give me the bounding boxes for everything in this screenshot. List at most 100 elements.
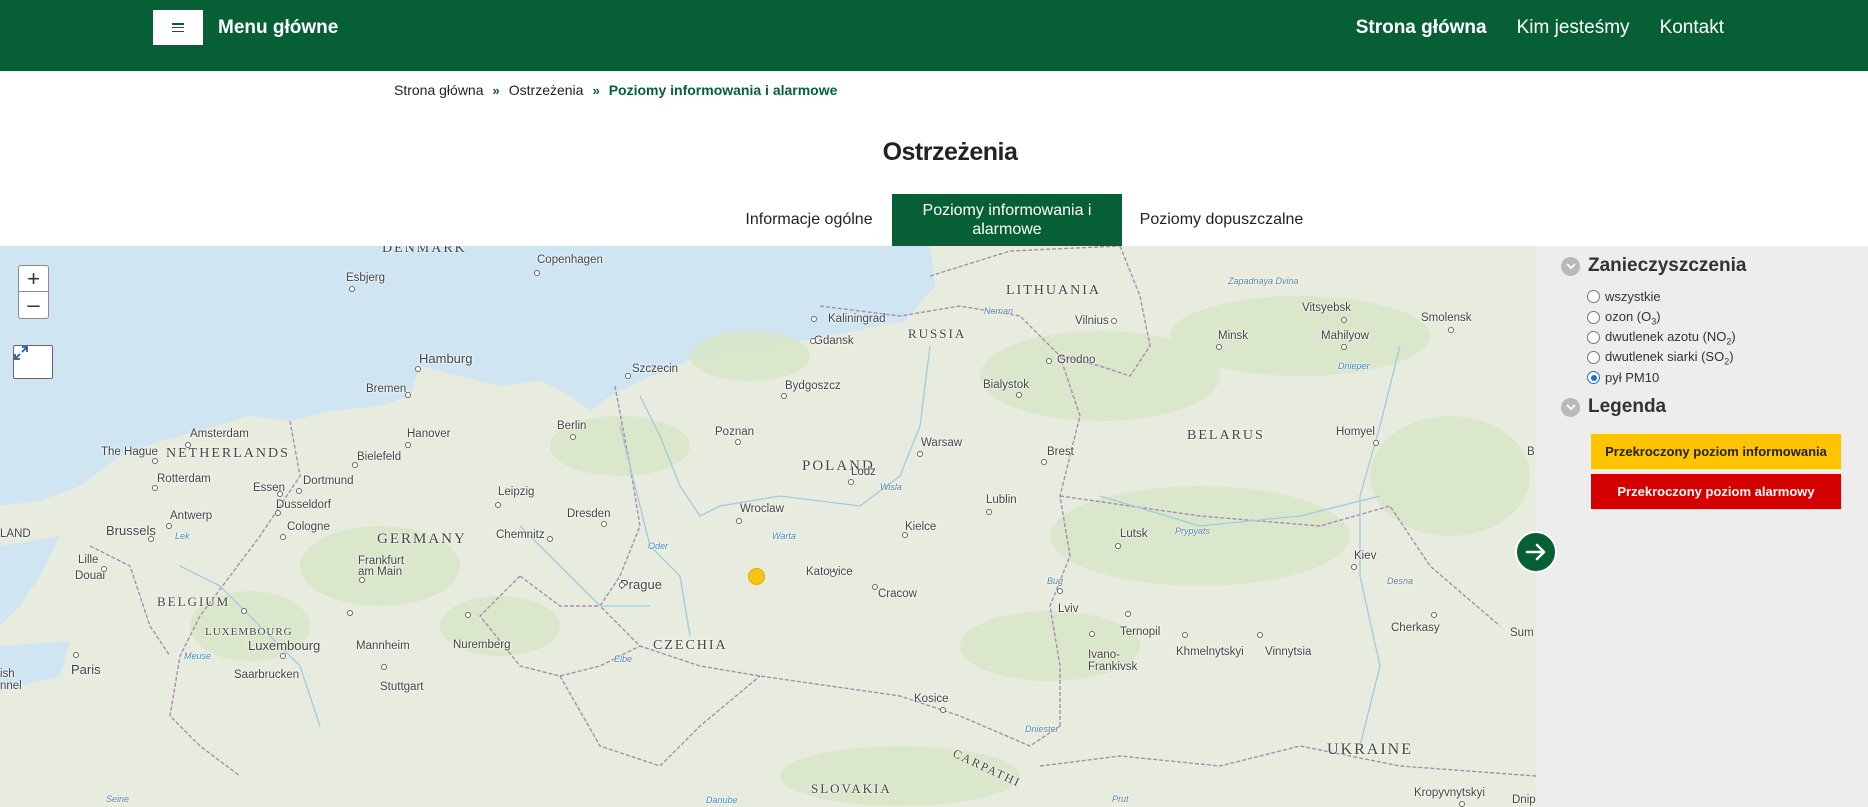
city-marker xyxy=(1041,459,1047,465)
map-country-label: LUXEMBOURG xyxy=(205,626,293,638)
map-city-label: Warsaw xyxy=(921,437,963,449)
map-city-label: Mannheim xyxy=(356,640,410,652)
tab-allowed-levels[interactable]: Poziomy dopuszczalne xyxy=(1122,194,1321,246)
map-city-label: B xyxy=(1527,446,1535,458)
map-city-label: nnel xyxy=(0,680,22,692)
map-city-label: Frankfurt am Main xyxy=(358,555,405,578)
map-city-label: Berlin xyxy=(557,420,587,432)
city-marker xyxy=(152,458,158,464)
station-marker-info-level[interactable] xyxy=(748,568,765,585)
city-marker xyxy=(277,491,283,497)
radio-all[interactable]: wszystkie xyxy=(1587,289,1661,304)
page-title: Ostrzeżenia xyxy=(882,138,1018,166)
nav-contact-link[interactable]: Kontakt xyxy=(1660,17,1724,39)
breadcrumb-home-link[interactable]: Strona główna xyxy=(394,82,484,98)
breadcrumb-warnings-link[interactable]: Ostrzeżenia xyxy=(509,82,584,98)
map-city-label: Stuttgart xyxy=(380,681,424,693)
radio-button[interactable] xyxy=(1587,331,1600,345)
city-marker xyxy=(1057,588,1063,594)
legend-title: Legenda xyxy=(1588,396,1667,417)
chevron-down-icon xyxy=(1561,397,1580,417)
map-water-label: Danube xyxy=(706,795,738,805)
city-marker xyxy=(280,534,286,540)
tab-general-info[interactable]: Informacje ogólne xyxy=(726,194,892,246)
city-marker xyxy=(280,653,286,659)
hamburger-menu-button[interactable] xyxy=(153,10,203,45)
radio-button[interactable] xyxy=(1587,290,1600,303)
nav-home-link[interactable]: Strona główna xyxy=(1356,17,1487,39)
map-city-label: Amsterdam xyxy=(190,428,249,440)
city-marker xyxy=(359,577,365,583)
breadcrumb-separator: » xyxy=(592,82,600,98)
pollutants-section-header[interactable]: Zanieczyszczenia xyxy=(1561,255,1746,277)
map-water-label: Bug xyxy=(1047,576,1064,586)
city-marker xyxy=(830,571,836,577)
map-city-label: LAND xyxy=(0,528,31,540)
city-marker xyxy=(534,270,540,276)
map-city-label: Dortmund xyxy=(303,475,354,487)
menu-icon xyxy=(172,23,184,32)
city-marker xyxy=(349,286,355,292)
map-city-label: Chemnitz xyxy=(496,529,545,541)
city-marker xyxy=(1046,358,1052,364)
map-city-label: Poznan xyxy=(715,426,755,438)
zoom-out-button[interactable]: – xyxy=(18,292,49,319)
city-marker xyxy=(902,532,908,538)
map-city-label: Grodno xyxy=(1057,354,1096,366)
map-city-label: Prague xyxy=(620,577,662,592)
map-city-label: Szczecin xyxy=(632,363,679,375)
map-city-label: Bydgoszcz xyxy=(785,380,841,392)
map[interactable]: DENMARK LITHUANIA RUSSIA NETHERLANDS POL… xyxy=(0,246,1536,807)
map-city-label: Nuremberg xyxy=(453,639,511,651)
city-marker xyxy=(1115,543,1121,549)
city-marker xyxy=(735,439,741,445)
menu-label[interactable]: Menu główne xyxy=(218,17,338,39)
radio-button[interactable] xyxy=(1587,311,1600,325)
radio-no2[interactable]: dwutlenek azotu (NO2) xyxy=(1587,329,1736,347)
map-country-label: BELGIUM xyxy=(157,594,231,609)
map-basemap xyxy=(0,246,1536,806)
zoom-in-button[interactable]: + xyxy=(18,265,49,292)
legend-section-header[interactable]: Legenda xyxy=(1561,396,1666,418)
radio-button[interactable] xyxy=(1587,351,1600,365)
city-marker xyxy=(1341,344,1347,350)
radio-so2[interactable]: dwutlenek siarki (SO2) xyxy=(1587,349,1734,367)
city-marker xyxy=(625,373,631,379)
radio-button-checked[interactable] xyxy=(1587,371,1600,384)
city-marker xyxy=(940,707,946,713)
map-water-label: Prut xyxy=(1112,794,1129,804)
city-marker xyxy=(1125,611,1131,617)
map-city-label: Homyel xyxy=(1336,426,1375,438)
nav-about-link[interactable]: Kim jesteśmy xyxy=(1517,17,1630,39)
city-marker xyxy=(152,485,158,491)
map-city-label: Ternopil xyxy=(1120,626,1161,638)
map-country-label: GERMANY xyxy=(377,531,467,547)
map-city-label: Mahilyow xyxy=(1321,330,1369,342)
map-city-label: Wroclaw xyxy=(740,503,784,515)
city-marker xyxy=(495,502,501,508)
panel-toggle-button[interactable] xyxy=(1515,531,1557,573)
map-city-label: Bialystok xyxy=(983,379,1030,391)
city-marker xyxy=(917,451,923,457)
map-water-label: Warta xyxy=(772,531,796,541)
map-city-label: Vinnytsia xyxy=(1265,646,1312,658)
city-marker xyxy=(1111,318,1117,324)
map-city-label: Lille xyxy=(78,554,99,566)
map-water-label: Meuse xyxy=(184,651,212,661)
city-marker xyxy=(352,462,358,468)
fullscreen-button[interactable] xyxy=(13,345,53,379)
city-marker xyxy=(570,434,576,440)
map-country-label: NETHERLANDS xyxy=(166,446,290,461)
top-navigation: Strona główna Kim jesteśmy Kontakt xyxy=(1356,17,1724,39)
radio-label: dwutlenek siarki (SO2) xyxy=(1605,349,1734,367)
city-marker xyxy=(73,652,79,658)
map-city-label: Copenhagen xyxy=(537,254,603,266)
chevron-down-icon xyxy=(1561,256,1580,276)
city-marker xyxy=(275,510,281,516)
tab-info-alarm-levels[interactable]: Poziomy informowania i alarmowe xyxy=(892,194,1122,246)
arrow-right-icon xyxy=(1525,543,1546,561)
radio-label: wszystkie xyxy=(1605,289,1661,304)
radio-pm10[interactable]: pył PM10 xyxy=(1587,370,1659,385)
radio-ozone[interactable]: ozon (O3) xyxy=(1587,309,1661,327)
map-water-label: Oder xyxy=(648,541,669,551)
